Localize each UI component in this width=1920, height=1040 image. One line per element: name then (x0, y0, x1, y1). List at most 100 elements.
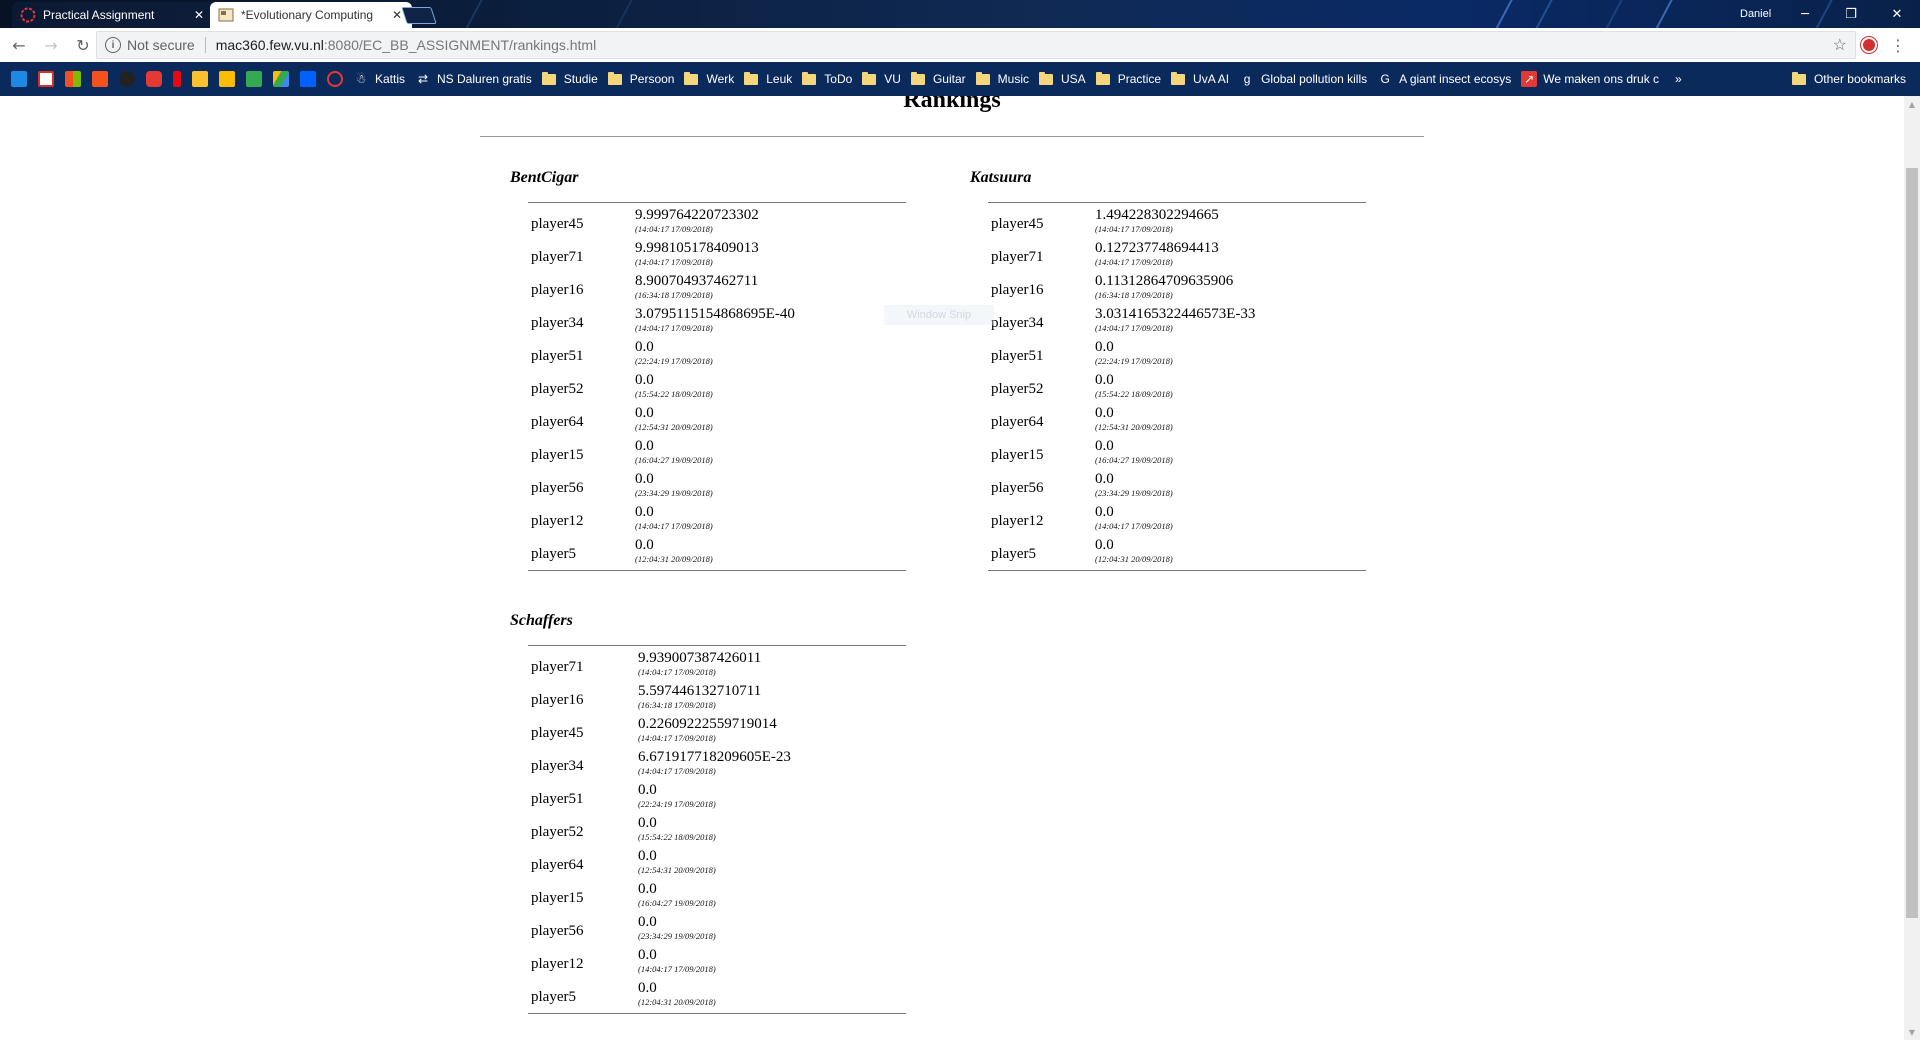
keep-icon[interactable] (219, 71, 235, 87)
bookmarks-overflow-button[interactable]: » (1675, 72, 1682, 86)
ranking-schaffers: Schaffers player71 9.939007387426011 (14:04… (480, 611, 920, 1014)
bookmark-label: UvA AI (1193, 72, 1230, 86)
scroll-up-icon[interactable]: ▲ (1904, 96, 1920, 112)
score-timestamp: (16:34:18 17/09/2018) (635, 290, 713, 300)
ranking-katsuura: Katsuura player45 1.494228302294665 (14:04:… (940, 168, 1380, 571)
office-icon[interactable] (65, 71, 81, 87)
ranking-row: player45 1.494228302294665 (14:04:17 17/09… (988, 207, 1366, 240)
forward-icon[interactable]: → (38, 32, 64, 58)
player-name: player34 (531, 758, 584, 774)
extension-icon[interactable] (1858, 34, 1880, 56)
ranking-row: player12 0.0 (14:04:17 17/09/2018) (528, 947, 906, 980)
restore-icon[interactable]: ❐ (1828, 0, 1874, 28)
player-name: player45 (531, 216, 584, 232)
settings-icon[interactable] (327, 71, 343, 87)
scrollbar[interactable]: ▲ ▼ (1904, 96, 1920, 1040)
ranking-row: player34 6.671917718209605E-23 (14:04:17 1… (528, 749, 906, 782)
score-timestamp: (12:04:31 20/09/2018) (1095, 554, 1173, 564)
bookmark-label: Guitar (932, 72, 966, 86)
bookmark-folder-music[interactable]: Music (975, 71, 1029, 86)
divider (204, 37, 206, 53)
ranking-row: player5 0.0 (12:04:31 20/09/2018) (528, 537, 906, 570)
tab-evolutionary-computing[interactable]: *Evolutionary Computing ✕ (210, 2, 412, 28)
score-timestamp: (23:34:29 19/09/2018) (635, 488, 713, 498)
player-name: player71 (531, 659, 584, 675)
new-tab-button[interactable] (401, 7, 437, 24)
other-bookmarks[interactable]: Other bookmarks (1791, 71, 1906, 86)
score-value: 9.999764220723302 (635, 207, 759, 223)
ranking-row: player71 9.939007387426011 (14:04:17 17/09… (528, 650, 906, 683)
spotify-icon[interactable] (119, 71, 135, 87)
bookmark-folder-werk[interactable]: Werk (684, 71, 734, 86)
score-timestamp: (16:34:18 17/09/2018) (638, 700, 716, 710)
back-icon[interactable]: ← (6, 32, 32, 58)
reload-icon[interactable]: ↻ (70, 32, 96, 58)
score-value: 0.0 (635, 372, 654, 388)
score-value: 1.494228302294665 (1095, 207, 1219, 223)
bookmark-folder-usa[interactable]: USA (1039, 71, 1086, 86)
player-name: player16 (531, 282, 584, 298)
player-name: player15 (531, 447, 584, 463)
ranking-row: player64 0.0 (12:54:31 20/09/2018) (528, 848, 906, 881)
folder-icon (1039, 71, 1053, 85)
bookmark-kattis[interactable]: ☃ Kattis (353, 71, 405, 87)
bookmark-insect-ecosystem[interactable]: G A giant insect ecosys (1377, 71, 1511, 87)
drive-icon[interactable] (273, 71, 289, 87)
bookmark-folder-vu[interactable]: VU (862, 71, 901, 86)
bookmark-folder-leuk[interactable]: Leuk (744, 71, 792, 86)
player-name: player52 (531, 824, 584, 840)
menu-icon[interactable]: ⋮ (1887, 34, 1909, 56)
bookmark-folder-studie[interactable]: Studie (541, 71, 598, 86)
score-value: 0.0 (638, 815, 657, 831)
bookmark-folder-todo[interactable]: ToDo (802, 71, 852, 86)
profile-name[interactable]: Daniel (1740, 0, 1771, 28)
score-value: 0.0 (1095, 537, 1114, 553)
window-snip-overlay: Window Snip (884, 305, 994, 325)
tab-close-icon[interactable]: ✕ (192, 8, 206, 22)
player-name: player16 (531, 692, 584, 708)
score-value: 0.0 (638, 848, 657, 864)
app-icon[interactable] (92, 71, 108, 87)
info-icon[interactable]: i (105, 37, 121, 53)
score-timestamp: (14:04:17 17/09/2018) (635, 257, 713, 267)
ranking-row: player51 0.0 (22:24:19 17/09/2018) (988, 339, 1366, 372)
bookmark-folder-practice[interactable]: Practice (1095, 71, 1161, 86)
score-timestamp: (14:04:17 17/09/2018) (1095, 224, 1173, 234)
bookmark-folder-persoon[interactable]: Persoon (607, 71, 674, 86)
youtube-icon[interactable] (146, 71, 162, 87)
bookmark-global-pollution[interactable]: g Global pollution kills (1239, 71, 1367, 87)
score-timestamp: (14:04:17 17/09/2018) (1095, 257, 1173, 267)
score-value: 0.0 (1095, 504, 1114, 520)
score-timestamp: (14:04:17 17/09/2018) (635, 323, 713, 333)
zeplin-icon[interactable] (192, 71, 208, 87)
gmail-icon[interactable] (38, 71, 54, 87)
score-timestamp: (15:54:22 18/09/2018) (638, 832, 716, 842)
bookmark-druk[interactable]: ↗ We maken ons druk c (1521, 71, 1659, 87)
score-value: 5.597446132710711 (638, 683, 762, 699)
ranking-row: player45 9.999764220723302 (14:04:17 17/09… (528, 207, 906, 240)
folder-icon (1171, 71, 1186, 85)
bookmark-folder-guitar[interactable]: Guitar (910, 71, 966, 86)
address-bar[interactable]: i Not secure mac360.few.vu.nl :8080/EC_B… (96, 31, 1856, 59)
dropbox-icon[interactable] (300, 71, 316, 87)
maps-icon[interactable] (246, 71, 262, 87)
player-name: player12 (531, 956, 584, 972)
netflix-icon[interactable] (173, 71, 181, 87)
scroll-down-icon[interactable]: ▼ (1904, 1024, 1920, 1040)
ranking-row: player64 0.0 (12:54:31 20/09/2018) (988, 405, 1366, 438)
score-timestamp: (14:04:17 17/09/2018) (638, 766, 716, 776)
calendar-icon[interactable] (11, 71, 27, 87)
divider (480, 136, 1424, 137)
divider (528, 570, 906, 571)
security-label[interactable]: Not secure (127, 37, 195, 53)
scrollbar-thumb[interactable] (1906, 168, 1918, 918)
bookmark-label: We maken ons druk c (1543, 72, 1660, 86)
tab-practical-assignment[interactable]: Practical Assignment ✕ (12, 2, 214, 28)
score-value: 3.0795115154868695E-40 (635, 306, 795, 322)
bookmark-ns[interactable]: ⇄ NS Daluren gratis (415, 71, 532, 87)
star-icon[interactable]: ☆ (1833, 35, 1847, 55)
close-window-icon[interactable]: ✕ (1874, 0, 1920, 28)
bookmark-folder-uva-ai[interactable]: UvA AI (1171, 71, 1230, 86)
minimize-icon[interactable]: ─ (1782, 0, 1828, 28)
score-timestamp: (14:04:17 17/09/2018) (638, 667, 716, 677)
